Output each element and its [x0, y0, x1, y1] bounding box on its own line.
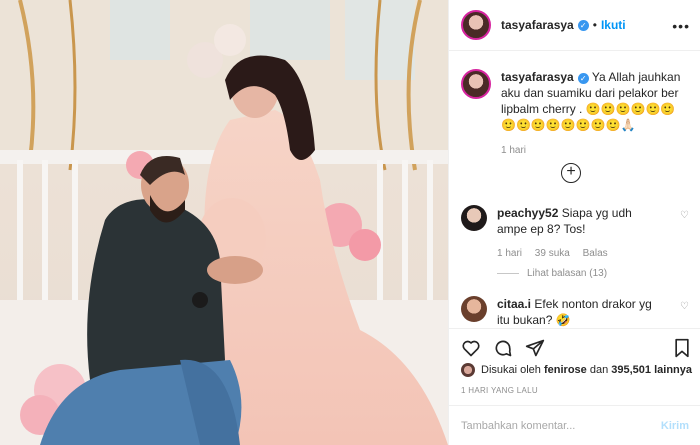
view-replies-button[interactable]: Lihat balasan (13) [497, 268, 607, 279]
caption-avatar[interactable] [461, 69, 491, 99]
instagram-post: tasyafarasya ✓ • Ikuti ••• tasyafarasya ✓… [0, 0, 700, 445]
comment-avatar[interactable] [461, 296, 487, 322]
comment-username[interactable]: citaa.i [497, 297, 531, 311]
load-more-comments-icon[interactable]: + [561, 163, 581, 183]
caption-time[interactable]: 1 hari [501, 143, 688, 159]
likes-prefix: Disukai oleh [481, 364, 541, 376]
likes-count[interactable]: 395,501 lainnya [611, 364, 692, 376]
comment-item: citaa.i Efek nonton drakor yg itu bukan?… [461, 296, 693, 328]
comment-time[interactable]: 1 hari [497, 248, 522, 259]
liker-avatar[interactable] [461, 363, 475, 377]
comment-meta: 1 hari 39 suka Balas [497, 246, 665, 262]
comment-body: peachyy52 Siapa yg udh ampe ep 8? Tos! 1… [497, 205, 665, 262]
separator-dot: • [592, 18, 597, 32]
bookmark-icon[interactable] [673, 338, 691, 362]
action-bar [449, 328, 700, 368]
verified-badge-icon: ✓ [577, 73, 589, 84]
comment-username[interactable]: peachyy52 [497, 206, 558, 220]
comment-avatar[interactable] [461, 205, 487, 231]
post-header: tasyafarasya ✓ • Ikuti ••• [449, 0, 700, 51]
caption-username[interactable]: tasyafarasya [501, 70, 574, 84]
replies-line [497, 273, 519, 274]
caption-body: tasyafarasya ✓ Ya Allah jauhkan aku dan s… [501, 69, 688, 159]
share-plane-icon[interactable] [525, 338, 545, 362]
post-date[interactable]: 1 HARI YANG LALU [461, 386, 538, 395]
verified-badge-icon: ✓ [577, 19, 589, 31]
comment-likes[interactable]: 39 suka [535, 248, 570, 259]
header-username[interactable]: tasyafarasya [501, 18, 574, 32]
comment-like-heart-icon[interactable]: ♡ [680, 301, 689, 312]
comment-bubble-icon[interactable] [493, 338, 513, 362]
comment-item: peachyy52 Siapa yg udh ampe ep 8? Tos! 1… [461, 205, 693, 262]
comment-input[interactable] [461, 419, 641, 432]
comment-body: citaa.i Efek nonton drakor yg itu bukan?… [497, 296, 665, 328]
avatar[interactable] [461, 10, 491, 40]
maternity-photo-illustration [0, 0, 448, 445]
likes-summary: Disukai oleh fenirose dan 395,501 lainny… [461, 363, 692, 377]
likes-joiner: dan [589, 364, 609, 376]
ellipsis-icon[interactable]: ••• [672, 18, 690, 34]
view-replies-label: Lihat balasan (13) [527, 268, 608, 279]
liker-username[interactable]: fenirose [544, 364, 587, 376]
comment-like-heart-icon[interactable]: ♡ [680, 210, 689, 221]
post-comment-button[interactable]: Kirim [661, 420, 689, 432]
add-comment-bar: Kirim [449, 405, 700, 445]
reply-button[interactable]: Balas [583, 248, 608, 259]
follow-button[interactable]: Ikuti [601, 18, 626, 32]
like-heart-icon[interactable] [461, 338, 481, 362]
caption: tasyafarasya ✓ Ya Allah jauhkan aku dan s… [449, 51, 700, 159]
post-sidebar: tasyafarasya ✓ • Ikuti ••• tasyafarasya ✓… [448, 0, 700, 445]
post-photo[interactable] [0, 0, 448, 445]
